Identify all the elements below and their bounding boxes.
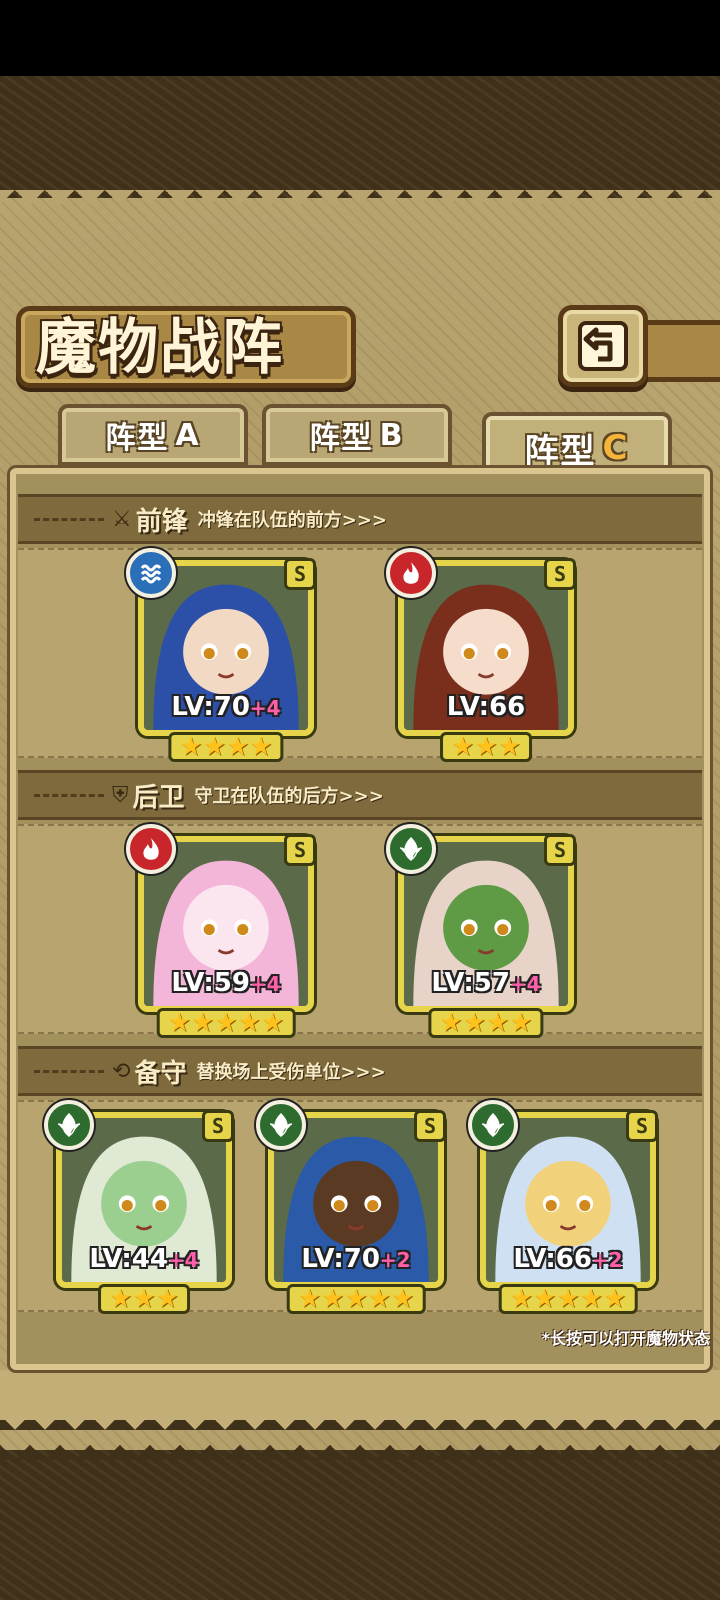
- leaf-element-icon: [44, 1100, 94, 1150]
- level-value: LV:70: [301, 1244, 380, 1274]
- shield-icon: ⛨: [112, 782, 129, 808]
- section-header-back: ⛨ 后卫 守卫在队伍的后方>>>: [18, 770, 702, 820]
- back-arrow-icon: [578, 321, 628, 371]
- star-rating: ★★★★: [168, 732, 284, 762]
- divider: [34, 793, 104, 797]
- status-bar-area: [0, 0, 720, 76]
- level-value: LV:44: [89, 1244, 168, 1274]
- back-button[interactable]: [558, 305, 648, 387]
- divider: [34, 1069, 104, 1073]
- level-bonus: +2: [591, 1248, 623, 1272]
- star-rating: ★★★: [98, 1284, 190, 1314]
- level-bonus: +2: [379, 1248, 411, 1272]
- star-rating: ★★★★★: [498, 1284, 638, 1314]
- grade-badge: S: [626, 1110, 658, 1142]
- level-value: LV:66: [513, 1244, 592, 1274]
- level-bonus: +4: [167, 1248, 199, 1272]
- tab-suffix: B: [379, 417, 405, 453]
- monster-card[interactable]: S LV:70+2 ★★★★★: [256, 1100, 446, 1314]
- level-label: LV:66+2: [480, 1244, 656, 1274]
- divider: [34, 517, 104, 521]
- star-rating: ★★★★★: [156, 1008, 296, 1038]
- section-header-reserve: ⟲ 备守 替换场上受伤单位>>>: [18, 1046, 702, 1096]
- page-title: 魔物战阵: [36, 313, 284, 383]
- water-element-icon: [126, 548, 176, 598]
- section-title: 前锋: [135, 506, 188, 537]
- level-label: LV:44+4: [56, 1244, 232, 1274]
- section-desc: 替换场上受伤单位>>>: [196, 1062, 386, 1083]
- section-desc: 守卫在队伍的后方>>>: [194, 786, 384, 807]
- level-bonus: +4: [249, 972, 281, 996]
- monster-card[interactable]: S LV:66 ★★★: [386, 548, 576, 762]
- long-press-hint: *长按可以打开魔物状态: [541, 1329, 710, 1348]
- star-rating: ★★★: [440, 732, 532, 762]
- swap-icon: ⟲: [112, 1058, 131, 1084]
- tab-formation-b[interactable]: 阵型 B: [262, 404, 452, 466]
- level-value: LV:70: [171, 692, 250, 722]
- torn-edge-top: [0, 190, 720, 220]
- level-label: LV:70+2: [268, 1244, 444, 1274]
- tab-label: 阵型: [309, 421, 374, 456]
- monster-card[interactable]: S LV:44+4 ★★★: [44, 1100, 234, 1314]
- level-label: LV:59+4: [138, 968, 314, 998]
- monster-card[interactable]: S LV:59+4 ★★★★★: [126, 824, 316, 1038]
- tab-suffix: C: [602, 428, 630, 468]
- row-band-front: [18, 548, 702, 758]
- grade-badge: S: [544, 558, 576, 590]
- level-bonus: +4: [509, 972, 541, 996]
- grade-badge: S: [284, 834, 316, 866]
- tab-suffix: A: [175, 417, 201, 453]
- grade-badge: S: [544, 834, 576, 866]
- row-band-back: [18, 824, 702, 1034]
- tab-label: 阵型: [105, 421, 170, 456]
- grade-badge: S: [202, 1110, 234, 1142]
- level-label: LV:70+4: [138, 692, 314, 722]
- section-header-front: ⚔ 前锋 冲锋在队伍的前方>>>: [18, 494, 702, 544]
- fire-element-icon: [126, 824, 176, 874]
- section-title: 备守: [134, 1058, 187, 1089]
- map-background-top: [0, 76, 720, 206]
- level-bonus: +4: [249, 696, 281, 720]
- grade-badge: S: [284, 558, 316, 590]
- monster-card[interactable]: S LV:70+4 ★★★★: [126, 548, 316, 762]
- level-label: LV:66: [398, 692, 574, 722]
- star-rating: ★★★★: [428, 1008, 544, 1038]
- section-title: 后卫: [132, 782, 185, 813]
- monster-card[interactable]: S LV:66+2 ★★★★★: [468, 1100, 658, 1314]
- level-value: LV:57: [431, 968, 510, 998]
- monster-card[interactable]: S LV:57+4 ★★★★: [386, 824, 576, 1038]
- leaf-element-icon: [256, 1100, 306, 1150]
- section-desc: 冲锋在队伍的前方>>>: [197, 510, 387, 531]
- leaf-element-icon: [468, 1100, 518, 1150]
- torn-edge-bottom: [0, 1420, 720, 1460]
- sword-icon: ⚔: [112, 506, 132, 532]
- level-label: LV:57+4: [398, 968, 574, 998]
- leaf-element-icon: [386, 824, 436, 874]
- map-background-bottom: [0, 1450, 720, 1600]
- star-rating: ★★★★★: [286, 1284, 426, 1314]
- back-button-rail: [640, 320, 720, 382]
- level-value: LV:59: [171, 968, 250, 998]
- tab-formation-a[interactable]: 阵型 A: [58, 404, 248, 466]
- level-value: LV:66: [446, 692, 526, 722]
- tab-label: 阵型: [524, 431, 597, 472]
- fire-element-icon: [386, 548, 436, 598]
- grade-badge: S: [414, 1110, 446, 1142]
